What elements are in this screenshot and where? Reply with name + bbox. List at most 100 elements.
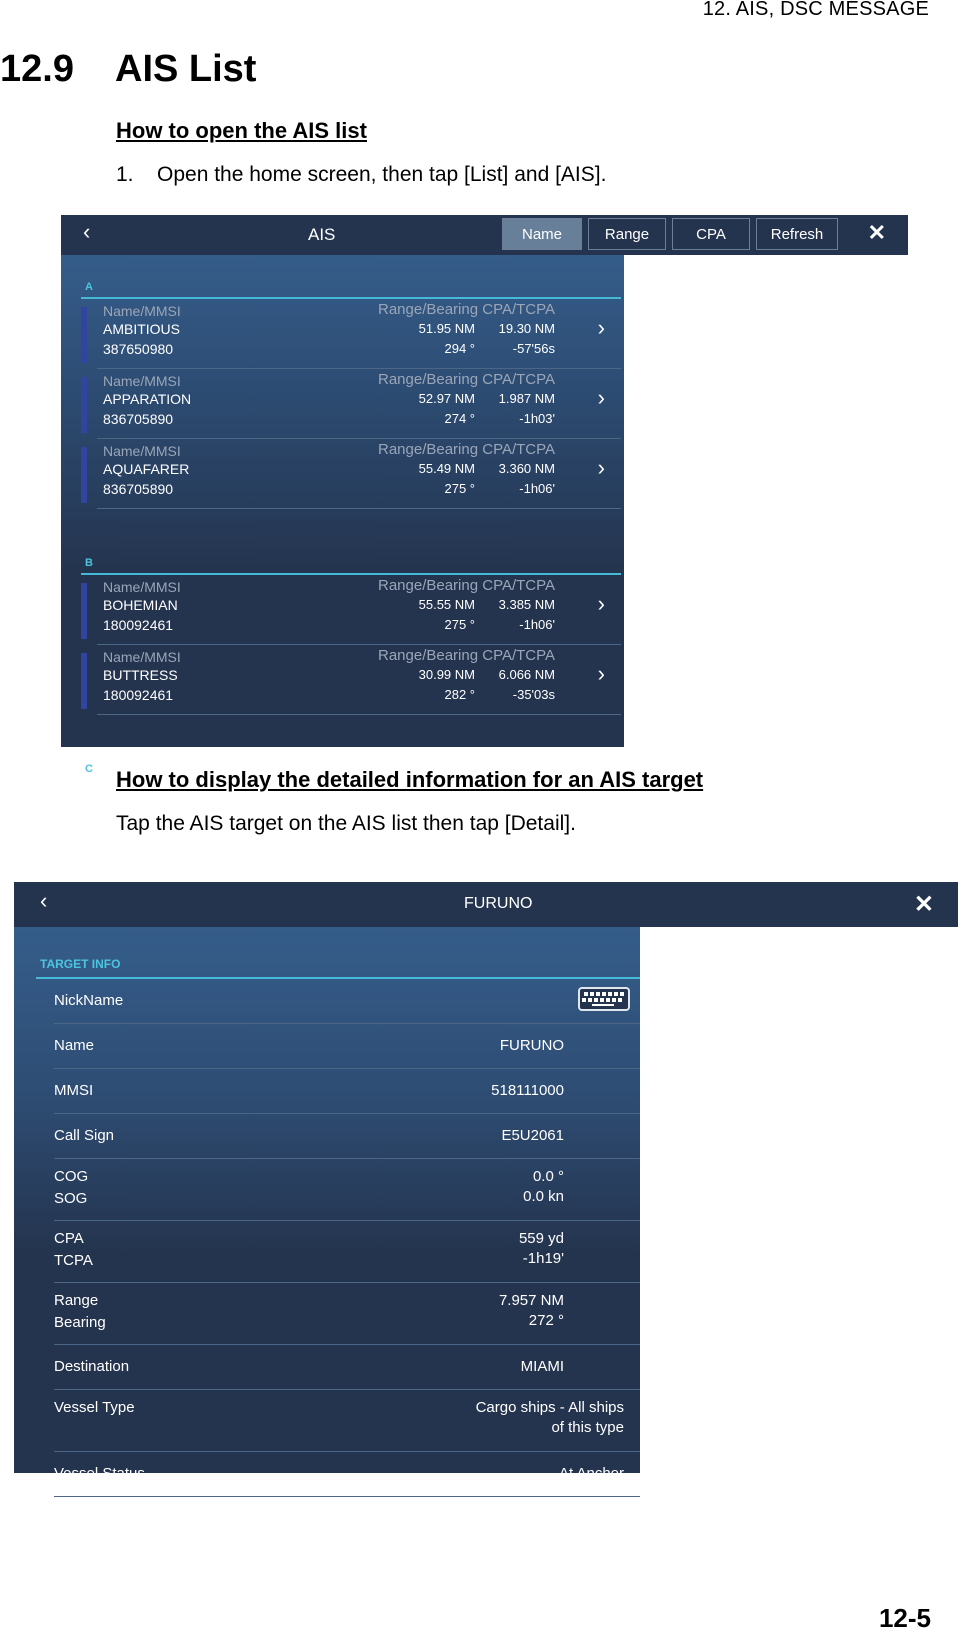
range-value: 51.95 NM [418,321,475,336]
target-info-row[interactable]: NickName [54,979,640,1024]
detail-heading: How to display the detailed information … [116,767,704,792]
page-number: 12-5 [878,1603,931,1633]
range-cpa-label: Range/Bearing CPA/TCPA [378,647,556,664]
target-info-title: FURUNO [464,895,533,912]
range-cpa-label: Range/Bearing CPA/TCPA [378,371,556,388]
section-number: 12.9 [0,48,74,90]
field-value: E5U2061 [501,1127,564,1144]
sort-cpa-button[interactable]: CPA [672,218,750,250]
chevron-left-icon[interactable]: ‹ [40,888,47,914]
name-mmsi-label: Name/MMSI [103,649,181,665]
vessel-name: BUTTRESS [103,667,178,683]
tcpa-value: -35'03s [512,687,555,702]
row-divider [97,508,621,509]
field-value: 518111000 [491,1082,564,1099]
field-label: MMSI [54,1082,94,1099]
bearing-value: 282 ° [444,687,475,702]
chevron-right-icon[interactable]: › [598,591,605,617]
range-value: 52.97 NM [418,391,475,406]
cpa-value: 19.30 NM [498,321,555,336]
target-info-row: COG SOG 0.0 ° 0.0 kn [54,1159,640,1221]
row-divider [97,714,621,715]
chapter-header: 12. AIS, DSC MESSAGE [702,0,929,20]
field-label: Vessel Status [54,1465,145,1482]
cpa-value: 6.066 NM [498,667,555,682]
ais-list-panel: A Name/MMSI AMBITIOUS 387650980 Range/Be… [61,255,624,775]
vessel-name: AMBITIOUS [103,321,181,337]
target-info-row: MMSI 518111000 [54,1069,640,1114]
target-info-row: Call Sign E5U2061 [54,1114,640,1159]
group-letter: C [85,763,93,775]
target-info-row: Vessel Type Cargo ships - All ships of thi… [54,1390,640,1452]
step-number: 1. [116,163,134,186]
chevron-right-icon[interactable]: › [598,385,605,411]
close-icon[interactable]: ✕ [868,220,886,246]
field-label: Call Sign [54,1127,115,1144]
tcpa-value: -1h06' [519,481,555,496]
tcpa-value: -1h06' [519,617,555,632]
ais-list-item[interactable]: Name/MMSI BUTTRESS 180092461 Range/Beari… [81,645,621,715]
chevron-right-icon[interactable]: › [598,661,605,687]
ais-list-item[interactable]: Name/MMSI BOHEMIAN 180092461 Range/Beari… [81,575,621,645]
ais-list-title: AIS [308,225,336,244]
vessel-name: APPARATION [103,391,192,407]
target-info-row: CPA TCPA 559 yd -1h19' [54,1221,640,1283]
vessel-mmsi: 836705890 [103,481,174,497]
range-value: 30.99 NM [418,667,475,682]
section-title: 12.9 AIS List [0,48,256,91]
field-label: NickName [54,992,124,1009]
sort-name-button[interactable]: Name [502,218,582,250]
target-info-row: Destination MIAMI [54,1345,640,1390]
vessel-mmsi: 180092461 [103,687,174,703]
vessel-mmsi: 836705890 [103,411,174,427]
chevron-left-icon[interactable]: ‹ [83,219,90,245]
range-cpa-label: Range/Bearing CPA/TCPA [378,301,556,318]
target-info-section-label: TARGET INFO [40,957,121,971]
vessel-name: AQUAFARER [103,461,190,477]
vessel-mmsi: 387650980 [103,341,174,357]
range-cpa-label: Range/Bearing CPA/TCPA [378,577,556,594]
close-icon[interactable]: ✕ [914,890,934,919]
bearing-value: 275 ° [444,481,475,496]
field-label: CPA [54,1230,84,1247]
ais-list-item[interactable]: Name/MMSI AQUAFARER 836705890 Range/Bear… [81,439,621,509]
range-value: 55.55 NM [418,597,475,612]
detail-text: Tap the AIS target on the AIS list then … [116,812,576,835]
target-info-panel: TARGET INFO NickName Name FURUNO MMSI 518111… [14,927,640,1497]
field-value: -1h19' [522,1250,564,1267]
ais-list-item[interactable]: Name/MMSI APPARATION 836705890 Range/Bea… [81,369,621,439]
row-indicator [81,583,87,639]
range-cpa-label: Range/Bearing CPA/TCPA [378,441,556,458]
field-value: 272 ° [528,1312,564,1329]
range-value: 55.49 NM [418,461,475,476]
sort-range-button[interactable]: Range [588,218,666,250]
target-info-row: Range Bearing 7.957 NM 272 ° [54,1283,640,1345]
chevron-right-icon[interactable]: › [598,315,605,341]
name-mmsi-label: Name/MMSI [103,443,181,459]
field-label: Range [54,1292,99,1309]
field-label: SOG [54,1190,88,1207]
name-mmsi-label: Name/MMSI [103,373,181,389]
field-label: TCPA [54,1252,93,1269]
field-value: 0.0 kn [523,1188,564,1205]
row-indicator [81,307,87,363]
refresh-button[interactable]: Refresh [756,218,838,250]
step-1: 1. Open the home screen, then tap [List] … [116,163,606,187]
name-mmsi-label: Name/MMSI [103,303,181,319]
keyboard-icon[interactable] [578,987,630,1011]
field-value: 0.0 ° [532,1168,564,1185]
group-letter: A [85,281,93,293]
target-info-row: Vessel Status At Anchor [54,1452,640,1497]
target-info-header: ‹ FURUNO ✕ [14,882,958,927]
name-mmsi-label: Name/MMSI [103,579,181,595]
field-value: FURUNO [499,1037,564,1054]
chevron-right-icon[interactable]: › [598,455,605,481]
bearing-value: 294 ° [444,341,475,356]
target-info-row: Name FURUNO [54,1024,640,1069]
step-text: Open the home screen, then tap [List] an… [157,163,607,186]
field-value: of this type [551,1419,624,1436]
bearing-value: 275 ° [444,617,475,632]
ais-list-item[interactable]: Name/MMSI AMBITIOUS 387650980 Range/Bear… [81,299,621,369]
tcpa-value: -57'56s [512,341,555,356]
group-letter: B [85,557,93,569]
